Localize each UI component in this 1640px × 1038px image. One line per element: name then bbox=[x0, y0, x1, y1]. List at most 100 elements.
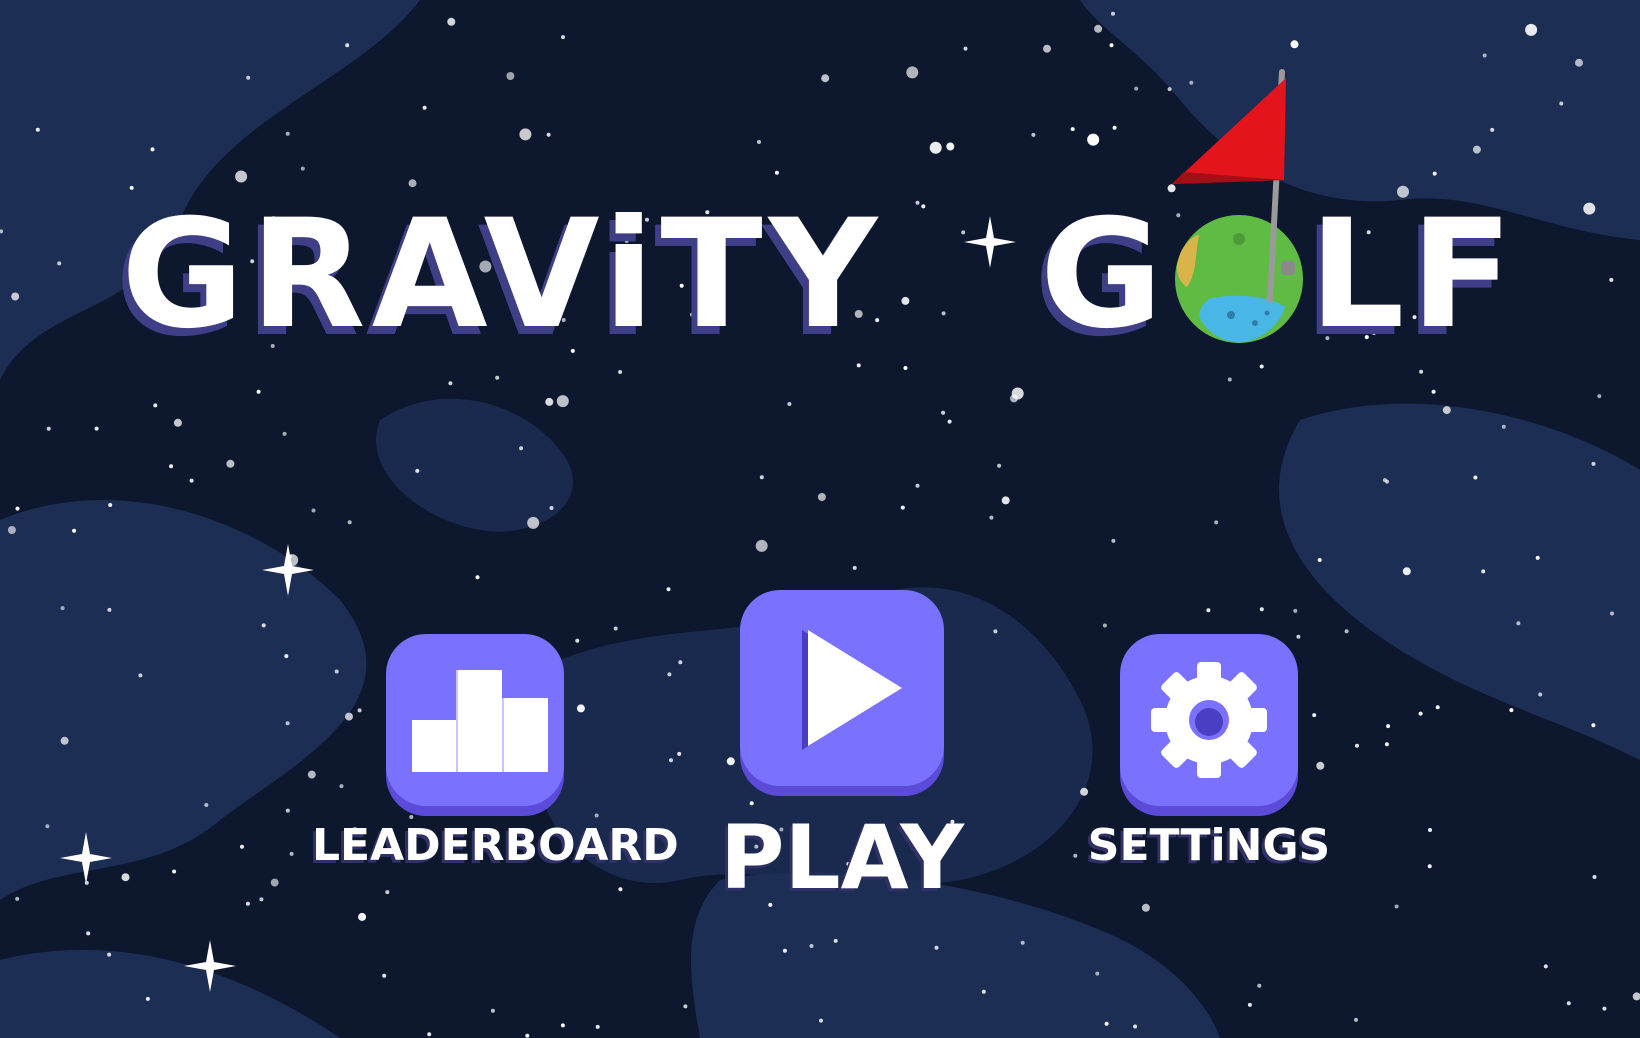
star bbox=[726, 757, 735, 766]
star bbox=[1419, 369, 1424, 374]
star bbox=[519, 446, 524, 451]
star bbox=[677, 751, 682, 756]
star bbox=[409, 815, 414, 819]
star bbox=[993, 629, 998, 634]
title-word-gravity: GRAViTY bbox=[121, 188, 884, 362]
leaderboard-button[interactable] bbox=[386, 634, 564, 806]
play-button[interactable] bbox=[740, 590, 944, 786]
gear-icon bbox=[1151, 662, 1267, 778]
star bbox=[1355, 743, 1359, 748]
star bbox=[1247, 1002, 1252, 1007]
star bbox=[903, 366, 908, 370]
star bbox=[259, 897, 264, 902]
star bbox=[300, 166, 305, 171]
settings-button[interactable] bbox=[1120, 634, 1298, 806]
star bbox=[833, 938, 838, 943]
star bbox=[546, 132, 551, 137]
star bbox=[618, 887, 623, 892]
star bbox=[683, 1004, 688, 1009]
star bbox=[527, 516, 540, 529]
star bbox=[1516, 621, 1521, 626]
star bbox=[1087, 133, 1100, 146]
star bbox=[495, 375, 500, 380]
play-label[interactable]: PLAY bbox=[700, 806, 984, 909]
star bbox=[989, 515, 994, 520]
star bbox=[138, 673, 143, 678]
star bbox=[852, 565, 857, 570]
settings-label[interactable]: SETTiNGS bbox=[1070, 820, 1348, 871]
star bbox=[245, 901, 250, 906]
star bbox=[666, 587, 671, 592]
star bbox=[1418, 711, 1423, 716]
star bbox=[1094, 24, 1103, 33]
star bbox=[981, 989, 986, 994]
star bbox=[72, 528, 77, 533]
star bbox=[1566, 1001, 1571, 1006]
star bbox=[821, 74, 830, 83]
title-letter-g: G bbox=[1039, 188, 1169, 362]
leaderboard-label[interactable]: LEADERBOARD bbox=[312, 820, 679, 871]
star bbox=[1227, 377, 1232, 382]
star bbox=[946, 142, 955, 151]
star bbox=[1473, 475, 1478, 480]
red-flag-icon bbox=[1172, 69, 1286, 303]
star bbox=[226, 459, 235, 468]
star bbox=[345, 43, 350, 48]
star bbox=[997, 463, 1002, 468]
star bbox=[108, 503, 113, 507]
star bbox=[145, 996, 150, 1001]
star bbox=[1501, 424, 1506, 429]
star bbox=[172, 869, 177, 874]
star bbox=[1435, 705, 1440, 710]
star bbox=[1543, 964, 1548, 969]
star bbox=[107, 607, 112, 612]
star bbox=[1431, 389, 1436, 394]
play-icon bbox=[802, 630, 902, 750]
star bbox=[1402, 567, 1411, 576]
star bbox=[1111, 538, 1116, 543]
star bbox=[7, 526, 16, 534]
star bbox=[545, 397, 554, 406]
star bbox=[357, 708, 362, 713]
star bbox=[246, 75, 251, 80]
star bbox=[153, 403, 158, 408]
star bbox=[284, 654, 289, 659]
star bbox=[1432, 171, 1437, 176]
star bbox=[427, 1032, 432, 1037]
main-menu-screen: GRAViTY G LF LEADERBOARD PLAY SETTiNGS bbox=[0, 0, 1640, 1038]
star bbox=[1010, 394, 1018, 403]
star bbox=[408, 179, 417, 188]
star bbox=[782, 948, 787, 953]
star bbox=[1592, 875, 1597, 879]
star bbox=[856, 363, 861, 368]
star bbox=[1257, 983, 1262, 988]
star bbox=[447, 17, 456, 26]
star bbox=[755, 539, 768, 552]
star bbox=[594, 813, 599, 818]
star bbox=[1538, 692, 1543, 697]
star bbox=[289, 851, 294, 856]
star bbox=[1575, 58, 1583, 67]
star bbox=[819, 1018, 823, 1023]
star bbox=[1316, 761, 1325, 770]
star bbox=[189, 478, 194, 483]
star bbox=[1031, 132, 1036, 137]
star bbox=[774, 170, 779, 175]
star bbox=[422, 105, 427, 110]
star bbox=[1134, 86, 1139, 91]
star bbox=[1428, 828, 1432, 832]
star bbox=[1317, 558, 1322, 562]
star bbox=[1591, 723, 1596, 728]
star bbox=[1442, 406, 1451, 415]
star bbox=[1481, 569, 1486, 574]
star bbox=[1394, 904, 1399, 909]
star bbox=[1386, 724, 1391, 729]
star bbox=[906, 66, 919, 79]
star bbox=[749, 801, 754, 806]
star bbox=[809, 944, 814, 948]
star bbox=[1214, 520, 1219, 525]
star bbox=[1133, 1024, 1138, 1029]
star bbox=[385, 890, 390, 895]
star bbox=[270, 878, 279, 887]
star bbox=[575, 638, 580, 643]
